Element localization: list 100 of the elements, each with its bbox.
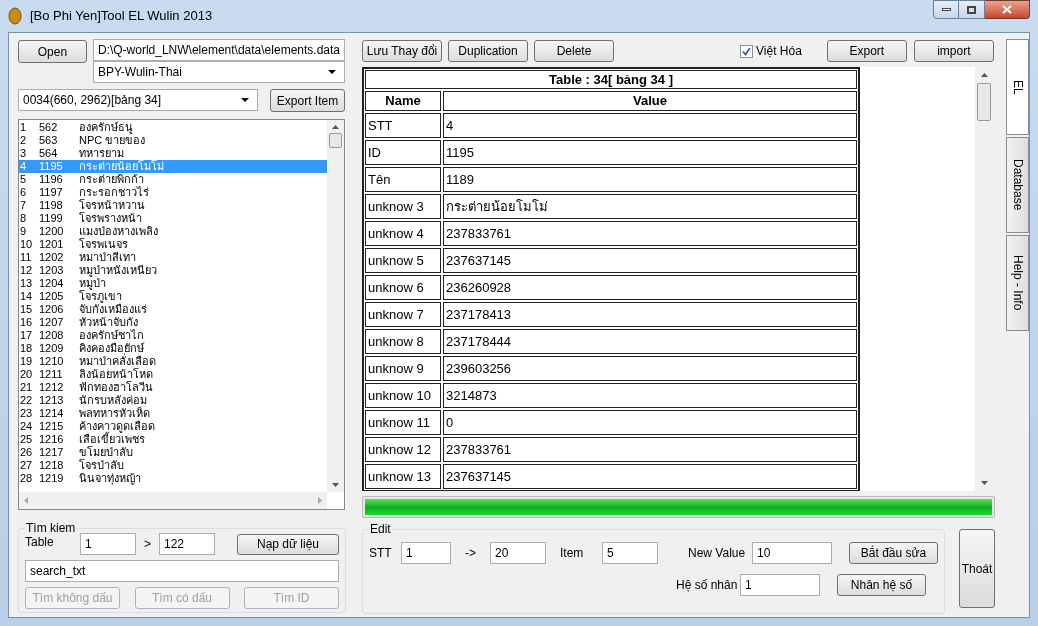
factor-field[interactable]: 1 [740,574,820,596]
table-cell: unknow 5 [365,248,441,273]
side-tab[interactable]: EL [1006,39,1029,135]
list-item[interactable]: 26 1217 ขโมยป่าลับ [19,446,327,459]
import-button[interactable]: import [913,40,994,62]
list-item[interactable]: 28 1219 นินจาทุ่งหญ้า [19,472,327,485]
value-field[interactable]: 237833761 [443,221,857,246]
value-field[interactable]: 0 [443,410,857,435]
export-button[interactable]: Export [826,40,907,62]
checkmark-icon [742,46,751,56]
list-item[interactable]: 17 1208 องครักษ์ชาไก [19,329,327,342]
table-cell: unknow 6 [365,275,441,300]
path-field[interactable]: D:\Q-world_LNW\element\data\elements.data [92,39,345,61]
side-tab[interactable]: Database [1006,137,1029,233]
list-item[interactable]: 16 1207 หัวหน้าจับกัง [19,316,327,329]
arrow-icon [980,481,988,485]
arrow-icon [24,497,28,504]
value-field[interactable]: 236260928 [443,275,857,300]
toolbar-button[interactable]: Lưu Thay đổi [362,40,442,62]
list-item[interactable]: 23 1214 พลทหารหัวเห็ด [19,407,327,420]
value-field[interactable]: 237833761 [443,437,857,462]
value-field[interactable]: 237178413 [443,302,857,327]
close-icon [1002,5,1012,14]
list-item[interactable]: 14 1205 โจรภูเขา [19,290,327,303]
table-cell: unknow 12 [365,437,441,462]
egg-icon [8,7,22,25]
list-item[interactable]: 8 1199 โจรพรางหน้า [19,212,327,225]
list-item[interactable]: 25 1216 เสือเขี้ยวเพชร [19,433,327,446]
table-cell: unknow 3 [365,194,441,219]
list-item[interactable]: 20 1211 ลิงน้อยหน้าโหด [19,368,327,381]
scrollbar[interactable] [327,120,344,492]
list-item[interactable]: 19 1210 หมาป่าคลั่งเลือด [19,355,327,368]
value-field[interactable]: 1189 [443,167,857,192]
list-item[interactable]: 21 1212 ฟักทองฮาโลวีน [19,381,327,394]
group-title: Edit [370,522,391,536]
list-item[interactable]: 1 562 องครักษ์ธนู [19,121,327,134]
table-dropdown[interactable]: 0034(660, 2962)[bảng 34] [18,89,258,111]
window-title: [Bo Phi Yen]Tool EL Wulin 2013 [30,7,213,26]
list-item[interactable]: 13 1204 หมูป่า [19,277,327,290]
minimize-button[interactable] [933,0,959,19]
list-item[interactable]: 22 1213 นักรบหลังค่อม [19,394,327,407]
value-field[interactable]: กระต่ายน้อยโมโม่ [443,194,857,219]
list-item[interactable]: 6 1197 กระรอกชาวไร่ [19,186,327,199]
list-item[interactable]: 2 563 NPC ขายของ [19,134,327,147]
value-field[interactable]: 237178444 [443,329,857,354]
column-header: Value [443,91,857,111]
table-title: Table : 34[ bảng 34 ] [365,70,857,89]
scroll-thumb[interactable] [977,83,991,121]
list-item[interactable]: 18 1209 คิงคองมือยักษ์ [19,342,327,355]
list-item[interactable]: 9 1200 แมงป่องหางเพลิง [19,225,327,238]
value-field[interactable]: 237637145 [443,464,857,489]
start-edit-button[interactable]: Bắt đầu sửa [849,542,938,564]
new-value-field[interactable]: 10 [752,542,832,564]
value-field[interactable]: 239603256 [443,356,857,381]
stt-label: STT [369,545,393,562]
group-title: Tìm kiem [26,521,76,535]
value-field[interactable]: 237637145 [443,248,857,273]
table-cell: unknow 8 [365,329,441,354]
viet-hoa-checkbox[interactable]: Việt Hóa [740,42,802,60]
list-item[interactable]: 24 1215 ค้างคาวดูดเลือด [19,420,327,433]
column-header: Name [365,91,441,111]
horizontal-scrollbar[interactable] [19,492,327,509]
export-item-button[interactable]: Export Item [270,89,345,112]
exit-button[interactable]: Thoát [959,529,995,608]
list-item[interactable]: 11 1202 หมาป่าสีเทา [19,251,327,264]
profile-dropdown[interactable]: BPY-Wulin-Thai [92,61,345,83]
range-arrow: -> [465,545,476,562]
list-item[interactable]: 7 1198 โจรหน้าหวาน [19,199,327,212]
table-cell: Tên [365,167,441,192]
toolbar-button[interactable]: Delete [534,40,614,62]
close-button[interactable] [985,0,1030,19]
from-field[interactable]: 1 [80,533,136,555]
search-field[interactable]: search_txt [25,560,339,582]
open-button[interactable]: Open [18,40,87,63]
maximize-button[interactable] [959,0,985,19]
toolbar-button[interactable]: Duplication [448,40,528,62]
table-label: Table [25,534,55,551]
side-tab[interactable]: Help - Info [1006,235,1029,331]
new-value-label: New Value [688,545,747,562]
value-field[interactable]: 4 [443,113,857,138]
stt-to-field[interactable]: 20 [490,542,546,564]
item-field[interactable]: 5 [602,542,658,564]
list-item[interactable]: 15 1206 จับกังเหมืองแร่ [19,303,327,316]
list-item[interactable]: 27 1218 โจรป่าลับ [19,459,327,472]
list-item[interactable]: 3 564 ทหารยาม [19,147,327,160]
load-data-button[interactable]: Nạp dữ liệu [237,533,339,555]
range-separator: > [144,536,151,553]
list-item[interactable]: 10 1201 โจรพเนจร [19,238,327,251]
list-item[interactable]: 12 1203 หมูป่าหนังเหนียว [19,264,327,277]
value-field[interactable]: 1195 [443,140,857,165]
scroll-thumb[interactable] [329,133,342,148]
table-cell: unknow 7 [365,302,441,327]
stt-from-field[interactable]: 1 [401,542,451,564]
table-cell: ID [365,140,441,165]
to-field[interactable]: 122 [159,533,215,555]
list-item[interactable]: 5 1196 กระต่ายพิกก้า [19,173,327,186]
item-label: Item [560,545,585,562]
value-field[interactable]: 3214873 [443,383,857,408]
multiply-factor-button[interactable]: Nhân hệ số [837,574,926,596]
factor-label: Hệ số nhân [676,577,739,594]
